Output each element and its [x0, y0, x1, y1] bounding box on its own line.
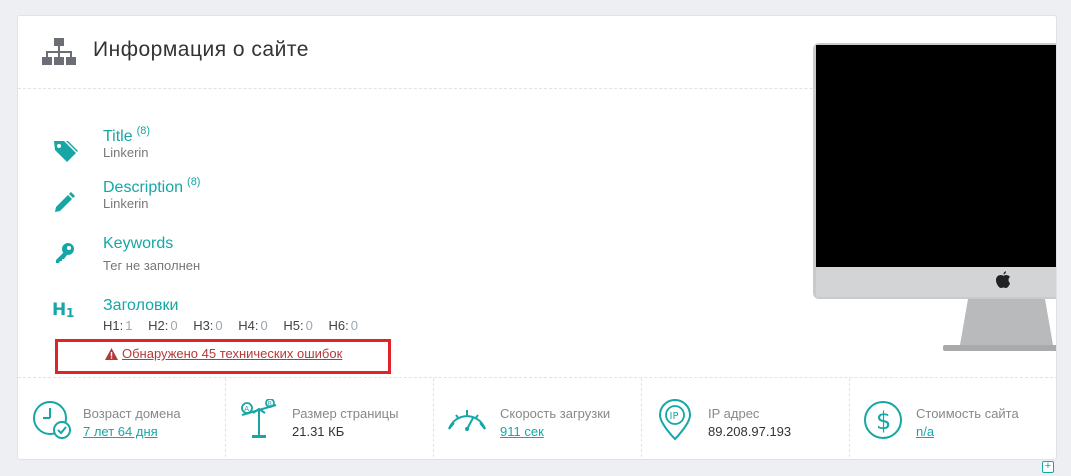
- stats-bar: Возраст домена 7 лет 64 дня A B Размер с…: [18, 377, 1056, 459]
- warning-icon: [105, 347, 118, 360]
- svg-text:$: $: [876, 407, 891, 435]
- site-value-link[interactable]: n/a: [916, 424, 934, 439]
- svg-text:1: 1: [66, 306, 74, 320]
- stat-site-value: $ Стоимость сайта n/a: [850, 378, 1056, 459]
- speedometer-icon: [448, 410, 486, 431]
- heading-h3-count: H3: 0: [193, 318, 223, 333]
- site-preview-monitor: [813, 43, 1056, 351]
- page-size-value: 21.31 КБ: [292, 424, 345, 439]
- title-value: Linkerin: [103, 145, 149, 160]
- stat-ip-address: IP IP адрес 89.208.97.193: [642, 378, 850, 459]
- stat-label: Стоимость сайта: [916, 406, 1019, 421]
- ip-address-value: 89.208.97.193: [708, 424, 792, 439]
- stat-page-size: A B Размер страницы 21.31 КБ: [226, 378, 434, 459]
- stat-label: Размер страницы: [292, 406, 399, 421]
- heading-h4-count: H4: 0: [238, 318, 268, 333]
- load-speed-link[interactable]: 911 сек: [500, 424, 544, 439]
- error-highlight-box: Обнаружено 45 технических ошибок: [55, 339, 391, 374]
- page-title: Информация о сайте: [93, 38, 309, 61]
- headings-counts: H1: 1 H2: 0 H3: 0 H4: 0 H5: 0 H6: 0: [103, 318, 370, 333]
- tag-icon: [54, 141, 78, 162]
- site-info-card: Информация о сайте Title (8) Linkerin Des…: [17, 15, 1057, 460]
- heading-h5-count: H5: 0: [283, 318, 313, 333]
- stat-label: IP адрес: [708, 406, 760, 421]
- keywords-label[interactable]: Keywords: [103, 235, 173, 253]
- scales-icon: A B: [241, 399, 277, 438]
- headings-label[interactable]: Заголовки: [103, 297, 178, 315]
- keywords-value: Тег не заполнен: [103, 258, 201, 273]
- ip-pin-icon: IP: [658, 399, 692, 441]
- stat-load-speed: Скорость загрузки 911 сек: [434, 378, 642, 459]
- error-link[interactable]: Обнаружено 45 технических ошибок: [105, 346, 342, 361]
- clock-check-icon: [33, 401, 71, 439]
- expand-icon[interactable]: +: [1042, 461, 1054, 473]
- heading-h2-count: H2: 0: [148, 318, 178, 333]
- svg-text:IP: IP: [670, 411, 679, 422]
- description-label[interactable]: Description (8): [103, 176, 200, 197]
- title-label[interactable]: Title (8): [103, 125, 150, 146]
- heading-h6-count: H6: 0: [328, 318, 358, 333]
- stat-label: Возраст домена: [83, 406, 181, 421]
- heading-h1-icon: H 1: [52, 300, 74, 320]
- svg-text:B: B: [268, 401, 272, 408]
- pencil-icon: [55, 192, 75, 212]
- heading-h1-count: H1: 1: [103, 318, 133, 333]
- key-icon: [56, 243, 74, 263]
- stat-label: Скорость загрузки: [500, 406, 611, 421]
- domain-age-link[interactable]: 7 лет 64 дня: [83, 424, 158, 439]
- description-value: Linkerin: [103, 196, 149, 211]
- svg-text:H: H: [52, 300, 66, 320]
- stat-domain-age: Возраст домена 7 лет 64 дня: [18, 378, 226, 459]
- sitemap-icon: [42, 38, 76, 65]
- dollar-circle-icon: $: [864, 401, 902, 439]
- svg-text:A: A: [244, 405, 249, 413]
